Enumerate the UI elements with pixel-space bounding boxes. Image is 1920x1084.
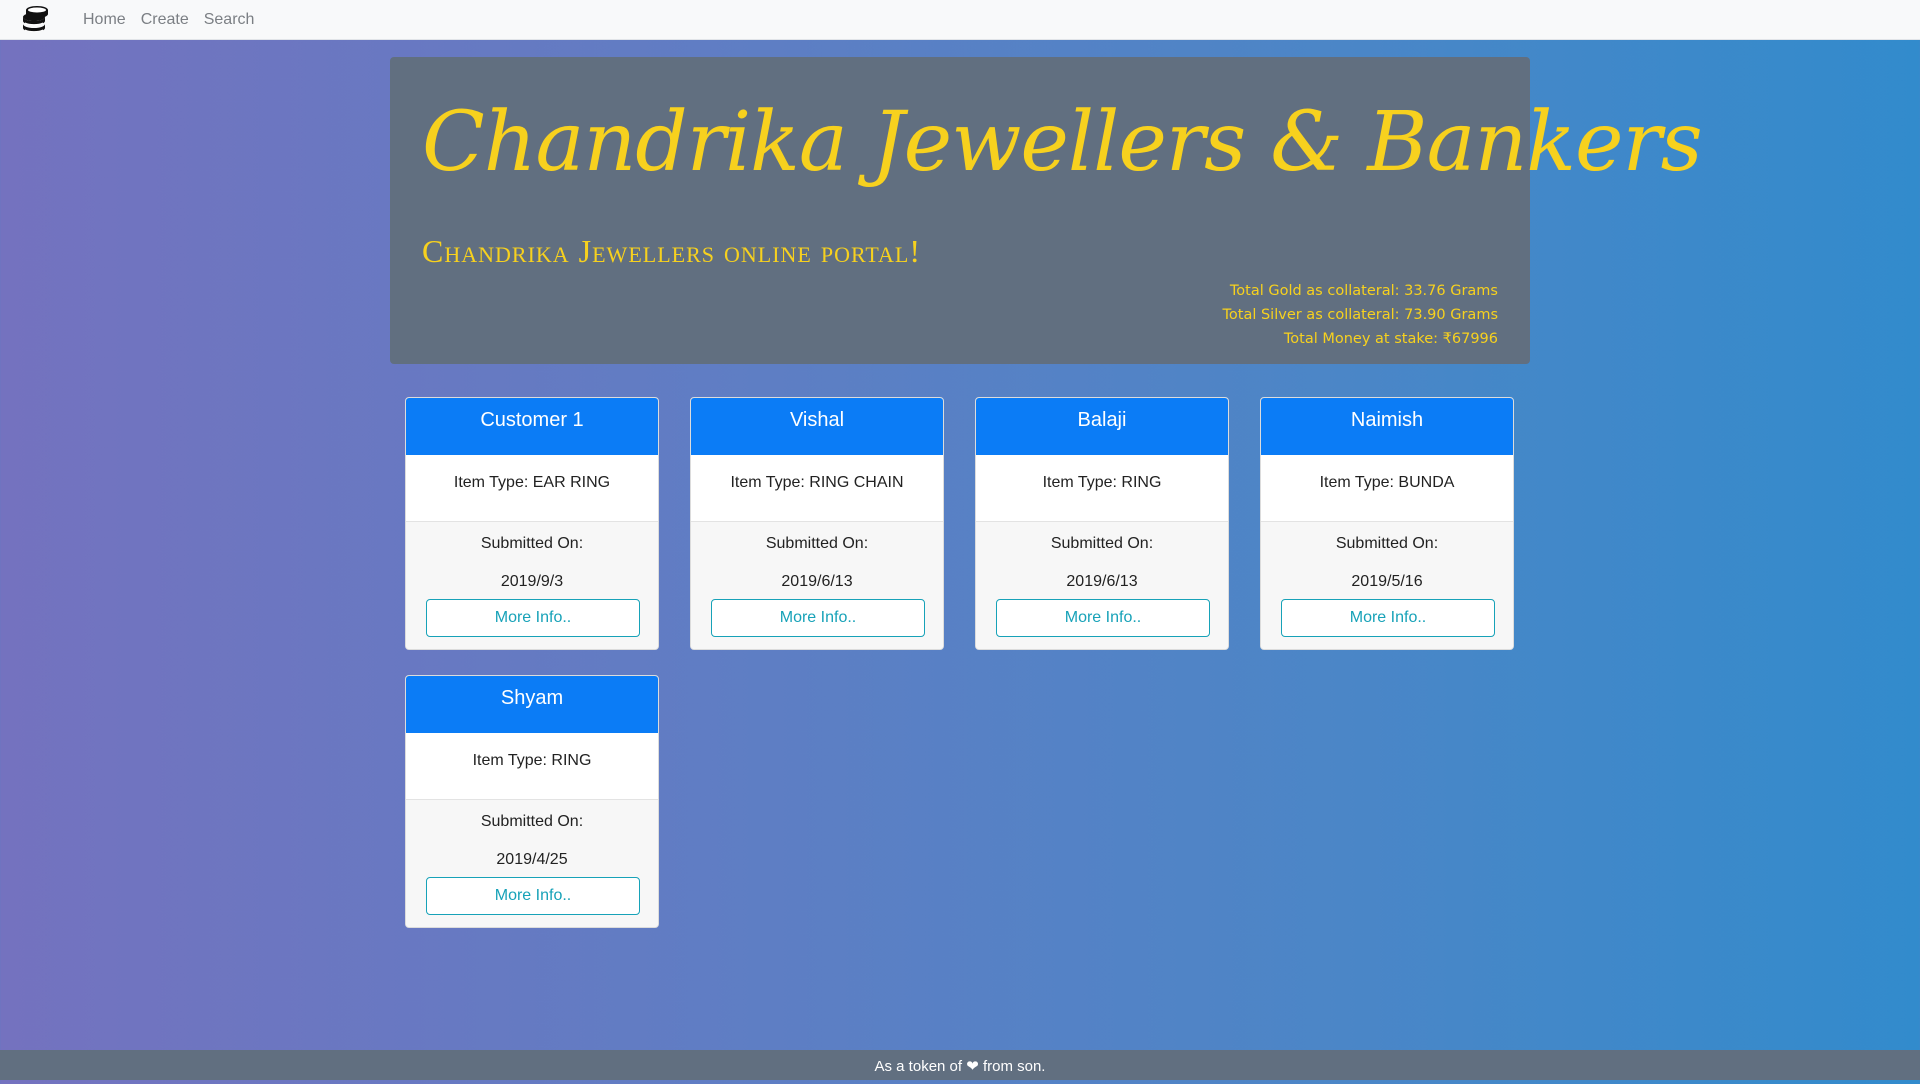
customer-name: Naimish xyxy=(1261,398,1513,455)
more-info-button[interactable]: More Info.. xyxy=(711,599,925,637)
submitted-label: Submitted On: xyxy=(1335,535,1439,552)
submitted-label: Submitted On: xyxy=(1050,535,1154,552)
more-info-button[interactable]: More Info.. xyxy=(426,877,640,915)
card-footer: Submitted On: 2019/6/13 More Info.. xyxy=(691,522,943,649)
customer-name: Vishal xyxy=(691,398,943,455)
top-navbar: Home Create Search xyxy=(0,0,1920,40)
card-footer: Submitted On: 2019/5/16 More Info.. xyxy=(1261,522,1513,649)
gold-total: Total Gold as collateral: 33.76 Grams xyxy=(1229,283,1498,299)
collateral-summary: Total Gold as collateral: 33.76 Grams To… xyxy=(1223,279,1499,351)
item-type: Item Type: RING CHAIN xyxy=(691,455,943,522)
card-footer: Submitted On: 2019/4/25 More Info.. xyxy=(406,800,658,927)
submitted-date: 2019/4/25 xyxy=(496,851,568,868)
submitted-label: Submitted On: xyxy=(480,535,584,552)
submitted-label: Submitted On: xyxy=(480,813,584,830)
submitted-date: 2019/6/13 xyxy=(1066,573,1138,590)
customer-card: Naimish Item Type: BUNDA Submitted On: 2… xyxy=(1260,397,1514,650)
money-total: Total Money at stake: ₹67996 xyxy=(1283,331,1498,347)
card-footer: Submitted On: 2019/9/3 More Info.. xyxy=(406,522,658,649)
customer-card: Balaji Item Type: RING Submitted On: 201… xyxy=(975,397,1229,650)
card-footer: Submitted On: 2019/6/13 More Info.. xyxy=(976,522,1228,649)
silver-total: Total Silver as collateral: 73.90 Grams xyxy=(1222,307,1499,323)
submitted-date: 2019/6/13 xyxy=(781,573,853,590)
customer-name: Customer 1 xyxy=(406,398,658,455)
page-footer: As a token of ❤ from son. xyxy=(0,1050,1920,1080)
more-info-button[interactable]: More Info.. xyxy=(426,599,640,637)
more-info-button[interactable]: More Info.. xyxy=(1281,599,1495,637)
customer-card: Vishal Item Type: RING CHAIN Submitted O… xyxy=(690,397,944,650)
submitted-date: 2019/5/16 xyxy=(1351,573,1423,590)
item-type: Item Type: RING xyxy=(976,455,1228,522)
item-type: Item Type: BUNDA xyxy=(1261,455,1513,522)
footer-text: As a token of ❤ from son. xyxy=(874,1058,1046,1075)
item-type: Item Type: RING xyxy=(406,733,658,800)
nav-home-link[interactable]: Home xyxy=(83,0,126,40)
submitted-date: 2019/9/3 xyxy=(500,573,564,590)
coin-stack-icon[interactable] xyxy=(17,2,53,38)
page-title: Chandrika Jewellers & Bankers xyxy=(422,95,1703,190)
customer-card: Shyam Item Type: RING Submitted On: 2019… xyxy=(405,675,659,928)
customer-card: Customer 1 Item Type: EAR RING Submitted… xyxy=(405,397,659,650)
page-subtitle: Chandrika Jewellers online portal! xyxy=(422,233,921,269)
customer-name: Shyam xyxy=(406,676,658,733)
nav-search-link[interactable]: Search xyxy=(204,0,255,40)
item-type: Item Type: EAR RING xyxy=(406,455,658,522)
customer-name: Balaji xyxy=(976,398,1228,455)
nav-create-link[interactable]: Create xyxy=(141,0,189,40)
submitted-label: Submitted On: xyxy=(765,535,869,552)
header-jumbotron: Chandrika Jewellers & Bankers Chandrika … xyxy=(390,57,1703,364)
more-info-button[interactable]: More Info.. xyxy=(996,599,1210,637)
